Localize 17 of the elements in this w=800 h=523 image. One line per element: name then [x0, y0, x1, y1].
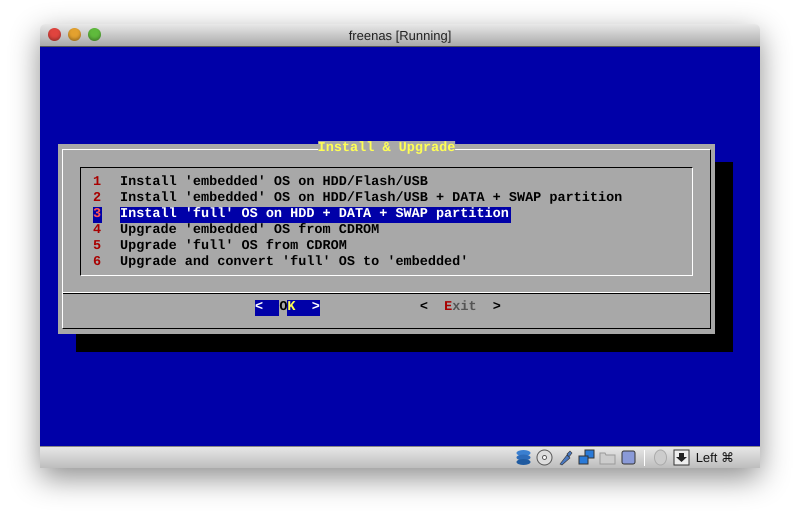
dialog-button[interactable]: < Exit >	[420, 300, 501, 316]
dialog-title: Install & Upgrade	[318, 141, 456, 157]
cd-icon[interactable]	[536, 449, 553, 466]
menu-item[interactable]: 1 Install 'embedded' OS on HDD/Flash/USB	[93, 175, 692, 191]
minimize-icon[interactable]	[68, 28, 81, 41]
menu-item[interactable]: 6 Upgrade and convert 'full' OS to 'embedded'	[93, 255, 692, 271]
network-icon[interactable]	[578, 449, 595, 466]
close-icon[interactable]	[48, 28, 61, 41]
disk-stack-icon[interactable]	[514, 449, 532, 466]
zoom-icon[interactable]	[88, 28, 101, 41]
menu-item[interactable]: 4 Upgrade 'embedded' OS from CDROM	[93, 223, 692, 239]
window-title: freenas [Running]	[348, 28, 452, 42]
host-key-label: Left ⌘	[696, 450, 734, 465]
menu-item[interactable]: 5 Upgrade 'full' OS from CDROM	[93, 239, 692, 255]
dialog-button[interactable]: < OK >	[255, 300, 320, 316]
chip-icon[interactable]	[620, 449, 637, 466]
menu-item[interactable]: 2 Install 'embedded' OS on HDD/Flash/USB + DATA + SWAP partition	[93, 191, 692, 207]
